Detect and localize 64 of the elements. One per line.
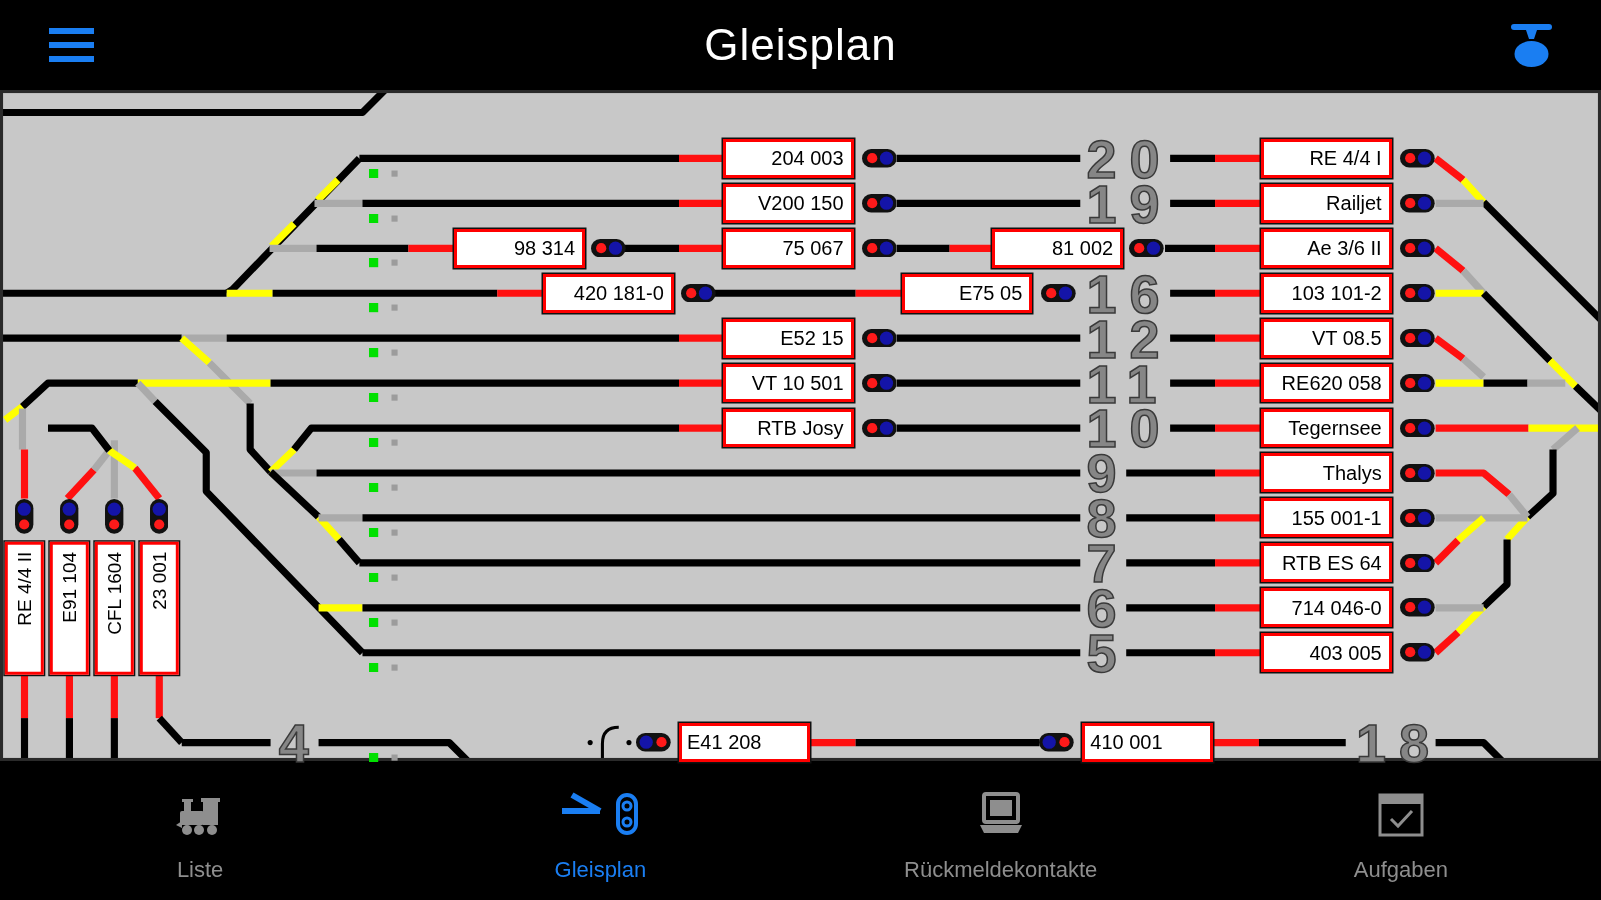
switch-signal-icon bbox=[560, 791, 641, 837]
train-tag[interactable]: CFL 1604 bbox=[94, 542, 134, 676]
train-tag[interactable]: VT 10 501 bbox=[722, 363, 854, 403]
kettlebell-icon[interactable] bbox=[1511, 23, 1552, 67]
train-tag[interactable]: Ae 3/6 II bbox=[1261, 228, 1392, 268]
track-number: 12 bbox=[1086, 318, 1173, 359]
train-tag[interactable]: E75 05 bbox=[901, 273, 1033, 313]
indicator-icon bbox=[368, 572, 401, 583]
train-tag[interactable]: 410 001 bbox=[1082, 723, 1213, 762]
track-number: 16 bbox=[1086, 273, 1173, 314]
indicator-icon bbox=[368, 213, 401, 223]
train-tag[interactable]: 204 003 bbox=[722, 139, 854, 178]
train-tag[interactable]: 23 001 bbox=[139, 542, 179, 676]
indicator-icon bbox=[368, 483, 401, 493]
track-number: 8 bbox=[1086, 498, 1130, 539]
track-number: 6 bbox=[1086, 588, 1130, 629]
train-tag[interactable]: 103 101-2 bbox=[1261, 273, 1392, 313]
track-number: 7 bbox=[1086, 543, 1130, 584]
train-tag[interactable]: 75 067 bbox=[722, 228, 854, 268]
indicator-icon bbox=[368, 438, 401, 448]
train-tag[interactable]: E52 15 bbox=[722, 318, 854, 358]
train-tag[interactable]: 420 181-0 bbox=[543, 273, 674, 313]
track-number: 5 bbox=[1086, 633, 1130, 674]
indicator-icon bbox=[368, 662, 401, 672]
indicator-icon bbox=[368, 303, 401, 313]
train-tag[interactable]: RTB ES 64 bbox=[1261, 543, 1392, 583]
train-tag[interactable]: 714 046-0 bbox=[1261, 588, 1392, 628]
track-number: 4 bbox=[278, 722, 322, 763]
indicator-icon bbox=[368, 617, 401, 628]
track-number: 9 bbox=[1086, 453, 1130, 494]
track-number: 10 bbox=[1086, 408, 1173, 449]
track-number: 11 bbox=[1086, 363, 1170, 404]
screen-title: Gleisplan bbox=[704, 23, 897, 67]
tab[interactable]: Gleisplan bbox=[400, 761, 801, 900]
train-tag[interactable]: RE 4/4 I bbox=[1261, 139, 1392, 178]
indicator-icon bbox=[368, 348, 401, 358]
indicator-icon bbox=[368, 393, 401, 403]
train-tag[interactable]: RE620 058 bbox=[1261, 363, 1392, 403]
train-tag[interactable]: VT 08.5 bbox=[1261, 318, 1392, 358]
train-tag[interactable]: V200 150 bbox=[722, 183, 854, 223]
indicator-icon bbox=[368, 752, 401, 762]
calendar-check-icon bbox=[1376, 791, 1425, 837]
train-tag[interactable]: E41 208 bbox=[679, 723, 810, 762]
track-number: 20 bbox=[1086, 138, 1173, 179]
train-tag[interactable]: 81 002 bbox=[992, 228, 1124, 268]
tab[interactable]: Liste bbox=[0, 761, 401, 900]
train-tag[interactable]: 403 005 bbox=[1261, 633, 1392, 672]
indicator-icon bbox=[368, 168, 401, 178]
indicator-icon bbox=[368, 528, 401, 538]
menu-icon[interactable] bbox=[49, 28, 94, 62]
train-tag[interactable]: Railjet bbox=[1261, 183, 1392, 223]
track-number: 18 bbox=[1355, 722, 1442, 763]
train-tag[interactable]: Tegernsee bbox=[1261, 408, 1392, 448]
train-tag[interactable]: 155 001-1 bbox=[1261, 498, 1392, 538]
train-tag[interactable]: RTB Josy bbox=[722, 408, 854, 448]
train-tag[interactable]: RE 4/4 II bbox=[5, 542, 44, 676]
indicator-icon bbox=[368, 258, 401, 268]
signal-icon[interactable] bbox=[681, 284, 716, 303]
track-number: 19 bbox=[1086, 183, 1173, 224]
train-tag[interactable]: 98 314 bbox=[454, 228, 586, 268]
signal-icon[interactable] bbox=[636, 733, 671, 752]
tab[interactable]: Rückmeldekontakte bbox=[800, 761, 1201, 900]
train-tag[interactable]: Thalys bbox=[1261, 453, 1392, 493]
train-tag[interactable]: E91 104 bbox=[50, 542, 89, 676]
